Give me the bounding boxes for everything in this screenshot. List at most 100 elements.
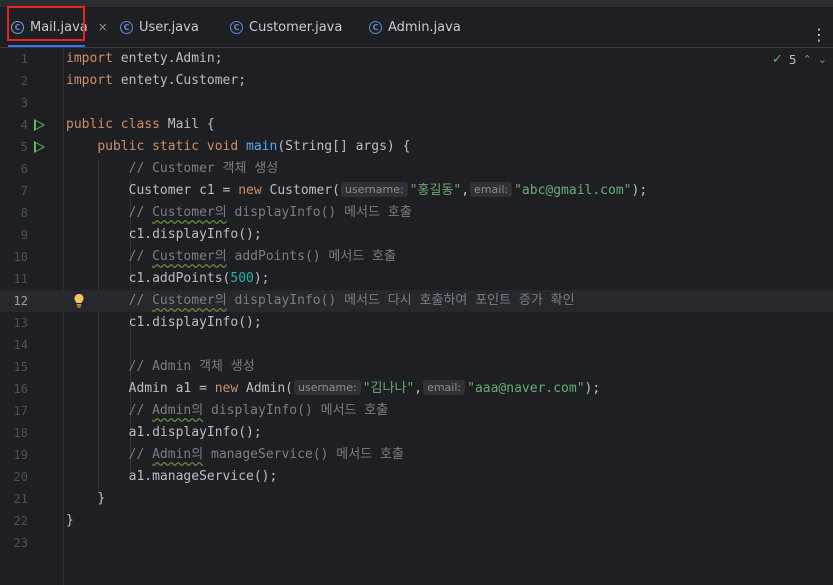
tab-label: Mail.java <box>30 19 88 35</box>
line-number: 3 <box>20 96 28 110</box>
parameter-hint: username: <box>340 182 408 197</box>
tab-mail-java[interactable]: C Mail.java × <box>11 7 108 47</box>
number-literal: 500 <box>230 271 254 286</box>
line-number: 16 <box>13 382 28 396</box>
keyword: import <box>66 73 113 88</box>
tab-label: Admin.java <box>388 19 461 35</box>
keyword: public static void <box>97 139 239 154</box>
string-literal: "홍길동" <box>409 183 462 198</box>
code-text: ); <box>253 271 270 286</box>
active-tab-indicator <box>8 45 85 47</box>
code-line-9[interactable]: 9 c1.displayInfo(); <box>0 224 833 246</box>
code-text: , <box>461 183 470 198</box>
code-text: c1.displayInfo(); <box>128 227 262 242</box>
line-number: 4 <box>20 118 28 132</box>
code-line-15[interactable]: 15 // Admin 객체 생성 <box>0 356 833 378</box>
line-number: 10 <box>13 250 28 264</box>
typo-highlight: Admin의 <box>152 403 204 418</box>
comment: displayInfo() 메서드 호출 <box>203 403 389 418</box>
code-text: Admin( <box>238 381 293 396</box>
code-line-5[interactable]: 5 public static void main(String[] args)… <box>0 136 833 158</box>
line-number: 14 <box>13 338 28 352</box>
tab-admin-java[interactable]: C Admin.java <box>369 7 461 47</box>
code-line-22[interactable]: 22 } <box>0 510 833 532</box>
run-icon[interactable] <box>34 119 45 131</box>
code-text: entety.Admin; <box>112 51 223 66</box>
java-class-icon: C <box>120 20 133 34</box>
line-number: 9 <box>20 228 28 242</box>
code-text: Customer c1 = <box>128 183 239 198</box>
typo-highlight: Customer의 <box>152 205 227 220</box>
code-line-20[interactable]: 20 a1.manageService(); <box>0 466 833 488</box>
line-number: 11 <box>13 272 28 286</box>
code-line-3[interactable]: 3 <box>0 92 833 114</box>
java-class-icon: C <box>369 20 382 34</box>
parameter-hint: email: <box>423 380 466 395</box>
line-number: 5 <box>20 140 28 154</box>
line-number: 22 <box>13 514 28 528</box>
line-number: 13 <box>13 316 28 330</box>
code-line-10[interactable]: 10 // Customer의 addPoints() 메서드 호출 <box>0 246 833 268</box>
code-text: ); <box>631 183 648 198</box>
comment: // <box>128 249 153 264</box>
line-number: 1 <box>20 52 28 66</box>
string-literal: "김나나" <box>362 381 415 396</box>
code-line-13[interactable]: 13 c1.displayInfo(); <box>0 312 833 334</box>
line-number: 8 <box>20 206 28 220</box>
code-text: a1.manageService(); <box>128 469 278 484</box>
code-text: a1.displayInfo(); <box>128 425 262 440</box>
line-number: 7 <box>20 184 28 198</box>
code-text: (String[] args) { <box>277 139 411 154</box>
code-line-7[interactable]: 7 Customer c1 = new Customer(username: "홍… <box>0 180 833 202</box>
code-line-17[interactable]: 17 // Admin의 displayInfo() 메서드 호출 <box>0 400 833 422</box>
line-number: 21 <box>13 492 28 506</box>
code-line-1[interactable]: 1 import entety.Admin; <box>0 48 833 70</box>
code-text: c1.addPoints( <box>128 271 231 286</box>
code-text: ); <box>584 381 601 396</box>
run-icon[interactable] <box>34 141 45 153</box>
code-line-19[interactable]: 19 // Admin의 manageService() 메서드 호출 <box>0 444 833 466</box>
editor-tab-bar: C Mail.java × C User.java C Customer.jav… <box>0 7 833 48</box>
parameter-hint: email: <box>470 182 513 197</box>
code-line-2[interactable]: 2 import entety.Customer; <box>0 70 833 92</box>
comment: // <box>128 403 153 418</box>
code-text: Mail { <box>159 117 215 132</box>
code-line-21[interactable]: 21 } <box>0 488 833 510</box>
java-class-run-icon: C <box>11 20 24 34</box>
comment: manageService() 메서드 호출 <box>203 447 404 462</box>
line-number: 15 <box>13 360 28 374</box>
line-number: 18 <box>13 426 28 440</box>
code-line-8[interactable]: 8 // Customer의 displayInfo() 메서드 호출 <box>0 202 833 224</box>
keyword: public class <box>66 117 160 132</box>
method-name: main <box>246 139 278 154</box>
code-line-16[interactable]: 16 Admin a1 = new Admin(username: "김나나", e… <box>0 378 833 400</box>
code-line-6[interactable]: 6 // Customer 객체 생성 <box>0 158 833 180</box>
line-number: 23 <box>13 536 28 550</box>
close-tab-icon[interactable]: × <box>98 20 108 34</box>
comment: displayInfo() 메서드 다시 호출하여 포인트 증가 확인 <box>226 293 575 308</box>
line-number: 12 <box>13 294 28 308</box>
comment: // Customer 객체 생성 <box>128 161 279 176</box>
code-line-4[interactable]: 4 public class Mail { <box>0 114 833 136</box>
line-number: 20 <box>13 470 28 484</box>
comment: // <box>128 205 153 220</box>
code-line-14[interactable]: 14 <box>0 334 833 356</box>
code-text: entety.Customer; <box>112 73 247 88</box>
window-top-strip <box>0 0 833 7</box>
comment: // <box>128 447 153 462</box>
keyword: import <box>66 51 113 66</box>
comment: // <box>128 293 153 308</box>
comment: // Admin 객체 생성 <box>128 359 255 374</box>
comment: displayInfo() 메서드 호출 <box>226 205 412 220</box>
code-text: Customer( <box>261 183 340 198</box>
code-text: } <box>97 491 106 506</box>
tab-customer-java[interactable]: C Customer.java <box>230 7 342 47</box>
keyword: new <box>214 381 239 396</box>
tab-label: User.java <box>139 19 199 35</box>
code-line-23[interactable]: 23 <box>0 532 833 554</box>
code-line-18[interactable]: 18 a1.displayInfo(); <box>0 422 833 444</box>
code-line-12-current[interactable]: 12 // Customer의 displayInfo() 메서드 다시 호출하… <box>0 290 833 312</box>
code-line-11[interactable]: 11 c1.addPoints(500); <box>0 268 833 290</box>
java-class-icon: C <box>230 20 243 34</box>
tab-user-java[interactable]: C User.java <box>120 7 199 47</box>
